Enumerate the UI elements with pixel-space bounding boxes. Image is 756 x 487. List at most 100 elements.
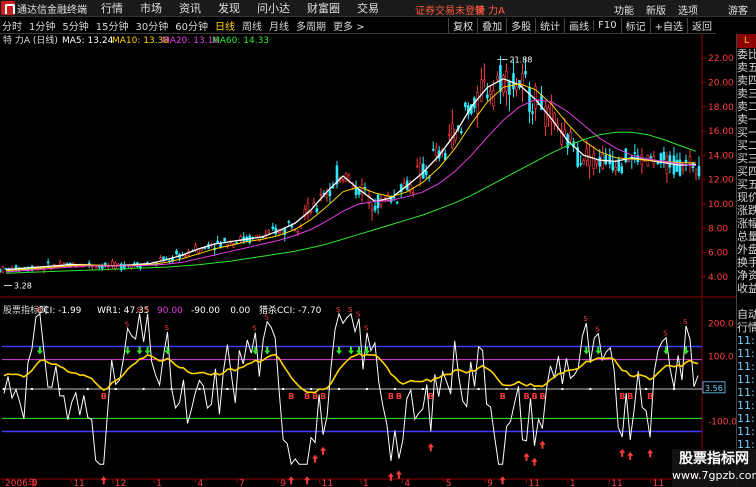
candle-body (579, 163, 582, 165)
zero-dot (310, 388, 313, 390)
side-panel-item[interactable]: 11:1 (737, 360, 756, 373)
candle-body (508, 81, 511, 95)
zero-dot (58, 388, 61, 390)
candle-body (592, 153, 596, 169)
side-panel-item[interactable]: 换手 (737, 256, 756, 269)
date-tick-label: 1 (363, 479, 369, 487)
zero-dot (533, 388, 536, 390)
side-panel-item[interactable]: 买二 (737, 139, 756, 152)
candle-body (325, 194, 329, 198)
period-tab[interactable]: 5分钟 (62, 18, 88, 33)
side-panel-item[interactable]: 11:1 (737, 334, 756, 347)
period-tab[interactable]: 15分钟 (96, 18, 129, 33)
side-panel-item[interactable]: 买三 (737, 152, 756, 165)
kline-chart[interactable]: 特 力A (日线) MA5: 13.24MA10: 13.38MA20: 13.1… (0, 34, 736, 487)
candle-body (271, 226, 275, 230)
buy-signal-mark: B (531, 392, 537, 401)
side-panel-item[interactable]: 11:1 (737, 373, 756, 386)
toolbar-button[interactable]: F10 (593, 20, 620, 31)
candle-body (627, 159, 631, 162)
date-tick-label: 11 (611, 479, 622, 487)
toolbar-button[interactable]: +自选 (649, 18, 687, 33)
side-panel-item[interactable]: 卖四 (737, 74, 756, 87)
date-tick-label: 4 (404, 479, 410, 487)
candle-body (464, 102, 467, 108)
menu-item-wealth[interactable]: 财富圈 (307, 0, 340, 16)
toolbar-button[interactable]: 叠加 (477, 18, 506, 33)
side-panel-item[interactable]: 外盘 (737, 243, 756, 256)
side-panel-item[interactable]: 11:1 (737, 386, 756, 399)
menu-item-ask[interactable]: 问小达 (257, 0, 290, 16)
period-tab[interactable]: 1分钟 (29, 18, 55, 33)
price-tick-label: 18.00 (708, 103, 734, 113)
sell-signal-mark: S (137, 306, 142, 314)
cci-tick-label: -100.0 (708, 418, 736, 428)
side-panel-item[interactable]: 买五 (737, 178, 756, 191)
zero-dot (393, 388, 396, 390)
sell-signal-mark: S (348, 306, 353, 314)
side-panel-item[interactable]: 涨跌 (737, 204, 756, 217)
menu-item-options[interactable]: 选项 (678, 2, 698, 17)
side-panel-item[interactable]: 净资 (737, 269, 756, 282)
candle-body (1, 266, 5, 273)
user-guest[interactable]: 游客 (728, 2, 748, 17)
period-tab[interactable]: 多周期 (296, 18, 326, 33)
candle-body (290, 225, 294, 228)
toolbar-button[interactable]: 画线 (564, 18, 593, 33)
menu-item-newversion[interactable]: 新版 (646, 2, 666, 17)
side-panel-item[interactable]: 总量 (737, 230, 756, 243)
side-panel-item[interactable]: 卖五 (737, 61, 756, 74)
side-panel-item[interactable]: 卖三 (737, 87, 756, 100)
menu-item-function[interactable]: 功能 (614, 2, 634, 17)
buy-signal-mark: B (523, 392, 529, 401)
candle-body (515, 86, 518, 91)
side-panel-item[interactable]: 11:1 (737, 425, 756, 438)
period-tab[interactable]: 60分钟 (175, 18, 208, 33)
side-panel-item[interactable]: 卖一 (737, 113, 756, 126)
price-tick-label: 8.00 (708, 224, 728, 234)
side-panel-item[interactable]: 买一 (737, 126, 756, 139)
candle-body (415, 165, 419, 168)
date-tick-label: 11 (529, 479, 540, 487)
stock-title-label: 特 力A (日线) (3, 34, 58, 46)
toolbar-button[interactable]: 标记 (620, 18, 650, 33)
menu-item-quotes[interactable]: 行情 (101, 0, 123, 16)
side-panel-item[interactable]: 委比 (737, 48, 756, 61)
date-tick-label: 7 (239, 479, 245, 487)
side-panel-item[interactable]: 现价 (737, 191, 756, 204)
side-panel-item[interactable] (737, 295, 756, 308)
zero-dot (254, 388, 257, 390)
side-panel-item[interactable]: 卖二 (737, 100, 756, 113)
chart-background (0, 34, 736, 487)
candle-body (499, 65, 502, 92)
toolbar-button[interactable]: 统计 (535, 18, 564, 33)
side-panel-item[interactable]: 收益 (737, 282, 756, 295)
period-tab[interactable]: 周线 (242, 18, 262, 33)
zero-dot (449, 388, 452, 390)
candle-body (411, 192, 415, 194)
side-panel-item[interactable]: 涨幅 (737, 217, 756, 230)
period-tab[interactable]: 更多 > (333, 18, 365, 33)
side-panel-item[interactable]: 11:1 (737, 399, 756, 412)
candle-body (424, 170, 428, 175)
candle-body (512, 73, 515, 90)
side-panel-item[interactable]: 买四 (737, 165, 756, 178)
side-panel-item[interactable]: 自动 (737, 308, 756, 321)
period-tab[interactable]: 分时 (2, 18, 22, 33)
current-stock-name: 特 力A (475, 6, 506, 17)
toolbar-button[interactable]: 返回 (687, 18, 716, 33)
toolbar-button[interactable]: 多股 (506, 18, 535, 33)
side-panel-item[interactable]: 11:1 (737, 347, 756, 360)
menu-item-market[interactable]: 市场 (140, 0, 162, 16)
period-tab[interactable]: 日线 (215, 18, 235, 33)
menu-item-discover[interactable]: 发现 (218, 0, 240, 16)
period-tab[interactable]: 30分钟 (135, 18, 168, 33)
side-panel-item[interactable]: 行情 (737, 321, 756, 334)
period-tab[interactable]: 月线 (269, 18, 289, 33)
candle-body (524, 71, 527, 75)
side-panel-item[interactable]: 11:1 (737, 412, 756, 425)
toolbar-button[interactable]: 复权 (448, 18, 477, 33)
candle-body (100, 266, 104, 269)
menu-item-news[interactable]: 资讯 (179, 0, 201, 16)
menu-item-trade[interactable]: 交易 (357, 0, 379, 16)
